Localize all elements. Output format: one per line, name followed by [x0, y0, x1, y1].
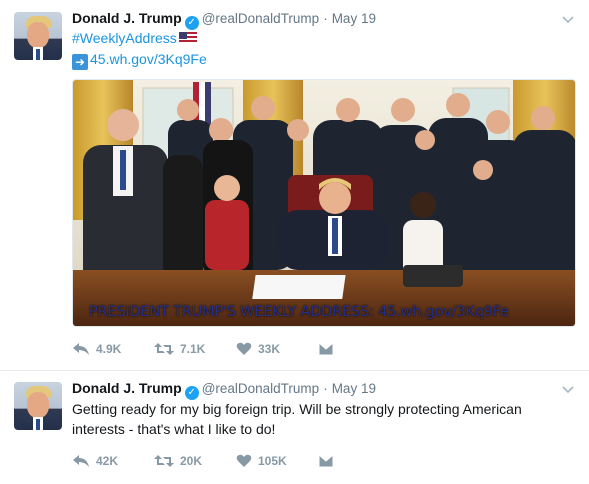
chevron-down-icon[interactable]: [561, 12, 575, 26]
reply-button[interactable]: 4.9K: [72, 342, 154, 356]
like-button[interactable]: 105K: [236, 454, 318, 468]
author-name[interactable]: Donald J. Trump: [72, 380, 182, 396]
tweet-text-line: interests - that's what I like to do!: [72, 421, 276, 437]
tweet-timestamp[interactable]: May 19: [332, 11, 376, 26]
retweet-count: 7.1K: [180, 342, 206, 356]
oval-office-photo: [73, 80, 575, 326]
tweet-actions: 4.9K 7.1K 33K: [72, 339, 340, 359]
dm-button[interactable]: [318, 454, 340, 468]
author-name[interactable]: Donald J. Trump: [72, 10, 182, 26]
retweet-icon: [154, 455, 174, 467]
right-arrow-icon: ➜: [72, 54, 88, 70]
verified-badge-icon: ✓: [184, 16, 199, 30]
dm-icon: [318, 342, 334, 356]
tweet-timestamp[interactable]: May 19: [332, 381, 376, 396]
retweet-button[interactable]: 20K: [154, 454, 236, 468]
tweet[interactable]: Donald J. Trump ✓ @realDonaldTrump · May…: [0, 0, 589, 371]
chevron-down-icon[interactable]: [561, 382, 575, 396]
like-button[interactable]: 33K: [236, 342, 318, 356]
tweet-text-line: #WeeklyAddress: [72, 29, 197, 48]
retweet-button[interactable]: 7.1K: [154, 342, 236, 356]
like-icon: [236, 342, 252, 355]
verified-badge-icon: ✓: [184, 386, 199, 400]
us-flag-icon: [178, 32, 197, 44]
retweet-icon: [154, 343, 174, 355]
tweet-header: Donald J. Trump ✓ @realDonaldTrump · May…: [72, 380, 376, 400]
reply-icon: [73, 455, 89, 467]
tweet-text-line: ➜ 45.wh.gov/3Kq9Fe: [72, 50, 207, 70]
dm-button[interactable]: [318, 342, 340, 356]
separator-dot: ·: [323, 11, 328, 26]
reply-button[interactable]: 42K: [72, 454, 154, 468]
tweet-header: Donald J. Trump ✓ @realDonaldTrump · May…: [72, 10, 376, 30]
reply-count: 4.9K: [96, 342, 122, 356]
hashtag-link[interactable]: #WeeklyAddress: [72, 30, 177, 46]
tweet-text-line: Getting ready for my big foreign trip. W…: [72, 401, 522, 417]
retweet-count: 20K: [180, 454, 203, 468]
author-handle[interactable]: @realDonaldTrump: [202, 381, 320, 396]
media-caption: PRESIDENT TRUMP'S WEEKLY ADDRESS: 45.wh.…: [89, 304, 509, 320]
like-count: 105K: [258, 454, 287, 468]
tweet-actions: 42K 20K 105K: [72, 451, 340, 471]
like-count: 33K: [258, 342, 281, 356]
tweet[interactable]: Donald J. Trump ✓ @realDonaldTrump · May…: [0, 371, 589, 484]
dm-icon: [318, 454, 334, 468]
reply-icon: [73, 343, 89, 355]
tweet-media-image[interactable]: PRESIDENT TRUMP'S WEEKLY ADDRESS: 45.wh.…: [72, 79, 576, 327]
reply-count: 42K: [96, 454, 119, 468]
separator-dot: ·: [323, 381, 328, 396]
like-icon: [236, 454, 252, 467]
url-link[interactable]: 45.wh.gov/3Kq9Fe: [90, 51, 207, 67]
avatar[interactable]: [14, 12, 62, 60]
avatar[interactable]: [14, 382, 62, 430]
author-handle[interactable]: @realDonaldTrump: [202, 11, 320, 26]
